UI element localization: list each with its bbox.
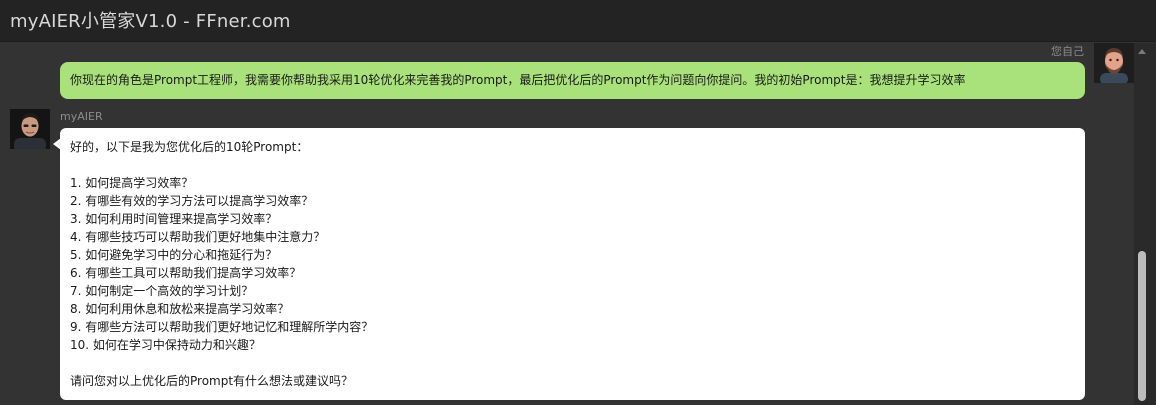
title-bar: myAIER小管家V1.0 - FFner.com [0, 0, 1156, 42]
chat-area[interactable]: 您自己 你现在的角色是Prompt工程师，我需要你帮助我采用10轮优化来完善我的… [0, 43, 1134, 405]
list-item: 8. 如何利用休息和放松来提高学习效率？ [70, 302, 290, 316]
scrollbar-thumb[interactable] [1138, 251, 1146, 401]
list-item: 2. 有哪些有效的学习方法可以提高学习效率？ [70, 194, 314, 208]
list-item: 6. 有哪些工具可以帮助我们提高学习效率？ [70, 266, 302, 280]
prompt-list: 1. 如何提高学习效率？ 2. 有哪些有效的学习方法可以提高学习效率？ 3. 如… [70, 174, 1075, 354]
bot-intro-text: 好的，以下是我为您优化后的10轮Prompt： [70, 140, 309, 154]
list-item: 9. 有哪些方法可以帮助我们更好地记忆和理解所学内容？ [70, 320, 374, 334]
user-sender-name: 您自己 [1051, 45, 1084, 58]
user-avatar-icon[interactable] [1094, 43, 1134, 83]
bot-avatar-icon[interactable] [10, 109, 50, 149]
scroll-up-arrow-icon[interactable] [1138, 49, 1146, 54]
user-message-bubble[interactable]: 你现在的角色是Prompt工程师，我需要你帮助我采用10轮优化来完善我的Prom… [60, 62, 1085, 99]
list-item: 1. 如何提高学习效率？ [70, 176, 194, 190]
window-title: myAIER小管家V1.0 - FFner.com [10, 11, 291, 32]
list-item: 3. 如何利用时间管理来提高学习效率？ [70, 212, 278, 226]
list-item: 5. 如何避免学习中的分心和拖延行为？ [70, 248, 278, 262]
bot-outro-text: 请问您对以上优化后的Prompt有什么想法或建议吗？ [70, 374, 354, 388]
list-item: 7. 如何制定一个高效的学习计划？ [70, 284, 254, 298]
vertical-scrollbar[interactable] [1134, 43, 1156, 405]
bot-message-bubble[interactable]: 好的，以下是我为您优化后的10轮Prompt： 1. 如何提高学习效率？ 2. … [53, 128, 1085, 400]
list-item: 4. 有哪些技巧可以帮助我们更好地集中注意力？ [70, 230, 326, 244]
list-item: 10. 如何在学习中保持动力和兴趣？ [70, 338, 261, 352]
bot-sender-name: myAIER [60, 110, 103, 123]
